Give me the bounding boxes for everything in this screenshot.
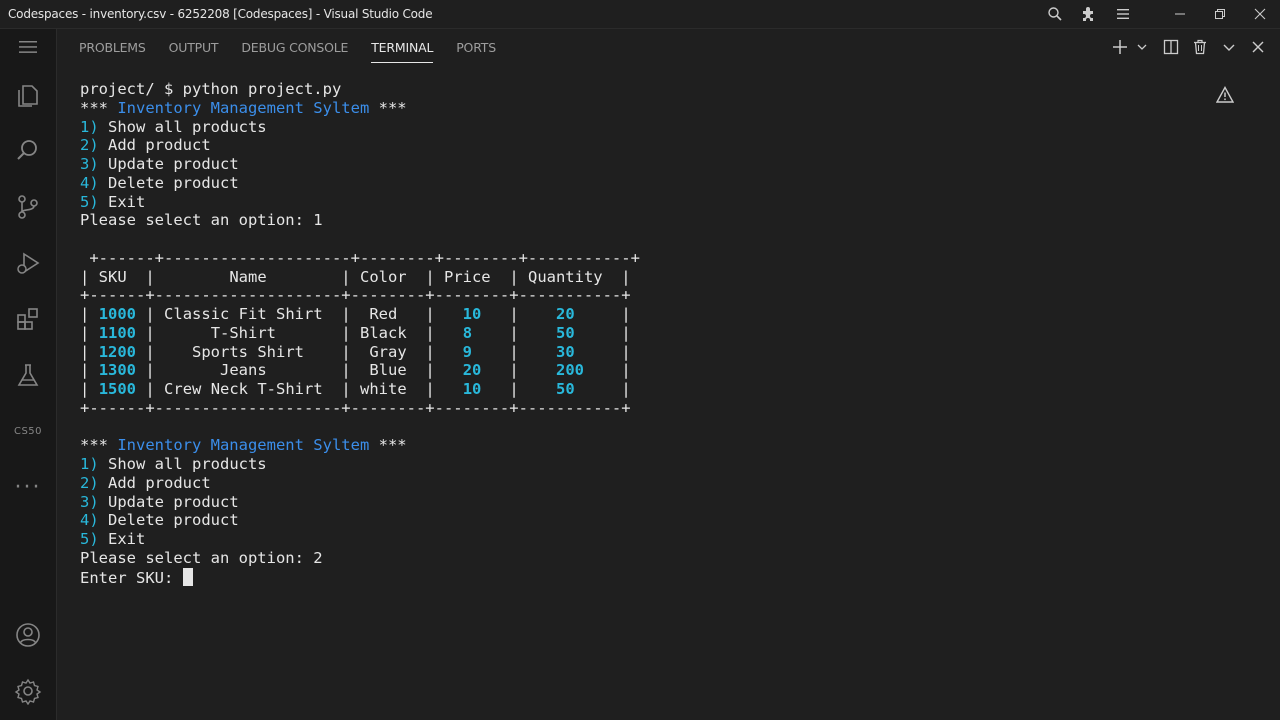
explorer-icon[interactable] xyxy=(0,73,56,117)
menu-item: 1) Show all products xyxy=(80,455,267,473)
tab-terminal[interactable]: TERMINAL xyxy=(371,29,433,65)
color-cell: Red xyxy=(369,305,398,323)
split-terminal-icon[interactable] xyxy=(1156,29,1185,65)
sku-prompt-line[interactable]: Enter SKU: xyxy=(80,567,1200,587)
tab-ports[interactable]: PORTS xyxy=(456,29,496,65)
menu-item: 5) Exit xyxy=(80,192,146,211)
window-title: Codespaces - inventory.csv - 6252208 [Co… xyxy=(8,7,433,21)
title-bar: Codespaces - inventory.csv - 6252208 [Co… xyxy=(0,0,1280,29)
name-cell: Classic Fit Shirt xyxy=(164,305,323,323)
quantity-cell: 200 xyxy=(556,361,585,380)
run-debug-icon[interactable] xyxy=(0,241,56,285)
cs50-label: CS50 xyxy=(13,425,43,437)
name-cell: T-Shirt xyxy=(210,323,277,342)
menu-item: 2) Add product xyxy=(80,136,211,155)
option-prompt: Please select an option: 2 xyxy=(80,548,323,567)
color-cell: white xyxy=(360,380,407,398)
menu-title-text: Inventory Management Syltem xyxy=(117,436,370,455)
trash-icon[interactable] xyxy=(1185,29,1214,65)
price-cell: 20 xyxy=(462,361,482,380)
command-line: project/ $ python project.py xyxy=(80,80,342,98)
source-control-icon[interactable] xyxy=(0,185,56,229)
menu-title: *** Inventory Management Syltem *** xyxy=(80,436,407,455)
tab-debug-console[interactable]: DEBUG CONSOLE xyxy=(241,29,348,65)
tab-problems[interactable]: PROBLEMS xyxy=(79,29,146,65)
search-icon[interactable] xyxy=(1038,0,1072,28)
menu-item: 4) Delete product xyxy=(80,173,239,192)
table-header: | SKU | Name | Color | Price | Quantity … xyxy=(80,267,631,286)
chevron-down-icon[interactable] xyxy=(1214,29,1243,65)
sku-cell: 1200 xyxy=(98,342,137,361)
title-bar-controls xyxy=(1038,0,1280,28)
menu-item: 1) Show all products xyxy=(80,117,267,136)
table-border-bottom: +------+--------------------+--------+--… xyxy=(80,398,631,417)
price-cell: 8 xyxy=(462,323,473,342)
restore-icon[interactable] xyxy=(1200,0,1240,28)
more-icon: ··· xyxy=(14,474,42,500)
close-icon[interactable] xyxy=(1243,29,1272,65)
color-cell: Gray xyxy=(369,342,407,361)
color-cell: Black xyxy=(360,323,407,342)
menu-item: 3) Update product xyxy=(80,155,239,173)
color-cell: Blue xyxy=(369,361,407,380)
table-row: | 1100 | T-Shirt | Black | 8 | 50 | xyxy=(80,323,631,342)
minimize-icon[interactable] xyxy=(1160,0,1200,28)
option-prompt: Please select an option: 1 xyxy=(80,211,323,230)
menu-icon[interactable] xyxy=(1106,0,1140,28)
sku-cell: 1500 xyxy=(98,380,137,398)
menu-title-text: Inventory Management Syltem xyxy=(117,98,370,117)
table-border-top: +------+--------------------+--------+--… xyxy=(80,248,640,267)
panel-actions xyxy=(1105,29,1272,65)
more-button[interactable]: ··· xyxy=(0,465,56,509)
table-row: | 1000 | Classic Fit Shirt | Red | 10 | … xyxy=(80,305,631,323)
activity-bar: CS50 ··· xyxy=(0,29,57,720)
settings-gear-icon[interactable] xyxy=(0,669,56,713)
sku-cell: 1100 xyxy=(98,323,137,342)
search-icon[interactable] xyxy=(0,129,56,173)
sku-prompt: Enter SKU: xyxy=(80,568,183,587)
sku-cell: 1000 xyxy=(98,305,137,323)
quantity-cell: 20 xyxy=(556,305,575,323)
cs50-tab[interactable]: CS50 xyxy=(0,409,56,453)
menu-item: 4) Delete product xyxy=(80,511,239,530)
table-separator: +------+--------------------+--------+--… xyxy=(80,286,631,305)
sku-cell: 1300 xyxy=(98,361,137,380)
menu-item: 2) Add product xyxy=(80,473,211,492)
table-row: | 1200 | Sports Shirt | Gray | 9 | 30 | xyxy=(80,342,631,361)
panel-header: PROBLEMS OUTPUT DEBUG CONSOLE TERMINAL P… xyxy=(57,29,1280,65)
name-cell: Jeans xyxy=(220,361,267,380)
table-row: | 1500 | Crew Neck T-Shirt | white | 10 … xyxy=(80,380,631,398)
close-icon[interactable] xyxy=(1240,0,1280,28)
price-cell: 10 xyxy=(462,305,482,323)
extensions-icon[interactable] xyxy=(1072,0,1106,28)
accounts-icon[interactable] xyxy=(0,613,56,657)
menu-title: *** Inventory Management Syltem *** xyxy=(80,98,407,117)
menu-item: 3) Update product xyxy=(80,492,239,511)
price-cell: 9 xyxy=(462,342,473,361)
extensions-icon[interactable] xyxy=(0,297,56,341)
terminal-output[interactable]: project/ $ python project.py *** Invento… xyxy=(80,80,1200,700)
warning-icon[interactable] xyxy=(1215,86,1235,108)
terminal-cursor xyxy=(182,567,193,586)
price-cell: 10 xyxy=(462,380,482,398)
quantity-cell: 50 xyxy=(556,380,575,398)
name-cell: Sports Shirt xyxy=(192,342,304,361)
quantity-cell: 50 xyxy=(556,323,575,342)
quantity-cell: 30 xyxy=(556,342,575,361)
chevron-down-icon[interactable] xyxy=(1134,29,1150,65)
new-terminal-icon[interactable] xyxy=(1105,29,1134,65)
menu-icon[interactable] xyxy=(0,25,56,69)
tab-output[interactable]: OUTPUT xyxy=(169,29,219,65)
menu-item: 5) Exit xyxy=(80,530,146,548)
name-cell: Crew Neck T-Shirt xyxy=(164,380,323,398)
table-row: | 1300 | Jeans | Blue | 20 | 200 | xyxy=(80,361,631,380)
testing-icon[interactable] xyxy=(0,353,56,397)
table-body: | 1000 | Classic Fit Shirt | Red | 10 | … xyxy=(80,305,1200,399)
